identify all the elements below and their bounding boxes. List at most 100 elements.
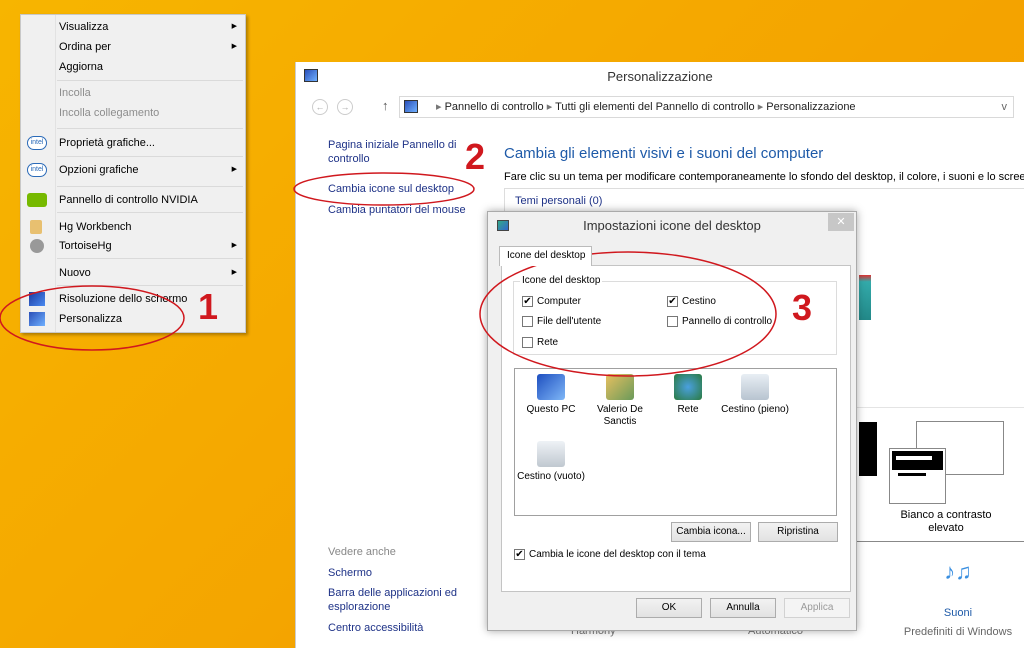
menu-item-label: TortoiseHg (59, 240, 112, 252)
ok-button[interactable]: OK (636, 598, 702, 618)
forward-button[interactable]: → (337, 99, 353, 115)
annotation-step-3: 3 (792, 287, 813, 328)
page-heading: Cambia gli elementi visivi e i suoni del… (504, 145, 824, 162)
sounds-sub: Predefiniti di Windows (903, 626, 1013, 638)
address-bar: ← → ↑ ▸ Pannello di controllo ▸ Tutti gl… (296, 94, 1024, 120)
menu-item-nuovo[interactable]: Nuovo ▶ (21, 263, 245, 283)
checkbox-computer[interactable]: ✔ Computer (522, 296, 581, 308)
menu-item-incolla-collegamento[interactable]: Incolla collegamento (21, 103, 245, 123)
window-title-text: Personalizzazione (607, 69, 713, 84)
breadcrumb[interactable]: ▸ Pannello di controllo ▸ Tutti gli elem… (399, 96, 1014, 118)
menu-item-ordina-per[interactable]: Ordina per ▶ (21, 37, 245, 57)
icon-list[interactable]: Questo PC Valerio De Sanctis Rete Cestino (… (514, 368, 837, 516)
checkbox-box[interactable] (522, 316, 533, 327)
close-button[interactable]: ✕ (828, 213, 854, 231)
up-button[interactable]: ↑ (382, 98, 389, 113)
this-pc-icon (537, 374, 565, 400)
tab-desktop-icons[interactable]: Icone del desktop (499, 246, 592, 266)
submenu-arrow-icon: ▶ (231, 242, 237, 249)
menu-item-incolla[interactable]: Incolla (21, 83, 245, 103)
menu-item-visualizza[interactable]: Visualizza ▶ (21, 17, 245, 37)
icon-item-label: Questo PC (526, 404, 576, 415)
menu-item-label: Hg Workbench (59, 221, 132, 233)
cancel-button[interactable]: Annulla (710, 598, 776, 618)
icon-item-label: Rete (677, 404, 699, 415)
menu-item-label: Risoluzione dello schermo (59, 293, 188, 305)
desktop-icons-group: Icone del desktop ✔ Computer ✔ Cestino File … (513, 275, 837, 355)
checkbox-box[interactable]: ✔ (667, 296, 678, 307)
change-icon-button[interactable]: Cambia icona... (671, 522, 751, 542)
checkbox-cestino[interactable]: ✔ Cestino (667, 296, 716, 308)
annotation-step-2: 2 (465, 136, 486, 177)
intel-icon: intel (27, 136, 47, 150)
menu-item-propriet-grafiche[interactable]: intel Proprietà grafiche... (21, 133, 245, 153)
submenu-arrow-icon: ▶ (231, 166, 237, 173)
menu-item-tortoisehg[interactable]: TortoiseHg ▶ (21, 236, 245, 256)
icon-item[interactable]: Cestino (pieno) (720, 374, 790, 416)
menu-item-label: Incolla collegamento (59, 107, 160, 119)
menu-separator (57, 212, 243, 213)
breadcrumb-separator-icon: ▸ (543, 101, 556, 113)
menu-item-hg-workbench[interactable]: Hg Workbench (21, 217, 245, 237)
sidebar-change-mouse-pointers[interactable]: Cambia puntatori del mouse (328, 203, 466, 217)
menu-item-aggiorna[interactable]: Aggiorna (21, 57, 245, 77)
menu-item-label: Incolla (59, 87, 91, 99)
high-contrast-black-thumbnail[interactable] (859, 422, 877, 476)
checkbox-label: Computer (537, 296, 581, 307)
submenu-arrow-icon: ▶ (231, 269, 237, 276)
breadcrumb-separator-icon: ▸ (436, 101, 445, 113)
checkbox-label: File dell'utente (537, 316, 602, 327)
menu-separator (57, 80, 243, 81)
checkbox-file-dell-utente[interactable]: File dell'utente (522, 316, 601, 328)
sidebar-change-desktop-icons[interactable]: Cambia icone sul desktop (328, 182, 454, 196)
checkbox-label: Pannello di controllo (682, 316, 773, 327)
checkbox-box[interactable] (667, 316, 678, 327)
tortoisehg-icon (30, 239, 44, 253)
breadcrumb-item[interactable]: Personalizzazione (766, 101, 855, 113)
icon-item[interactable]: Questo PC (516, 374, 586, 416)
theme-checkbox[interactable]: ✔ Cambia le icone del desktop con il tema (514, 549, 706, 561)
breadcrumb-item[interactable]: Pannello di controllo (445, 101, 544, 113)
my-themes-group: Temi personali (0) (504, 188, 1024, 212)
sounds-link[interactable]: Suoni (908, 607, 1008, 619)
control-panel-icon (404, 100, 418, 113)
address-dropdown[interactable]: v (1002, 97, 1008, 117)
menu-item-opzioni-grafiche[interactable]: intel Opzioni grafiche ▶ (21, 160, 245, 180)
submenu-arrow-icon: ▶ (231, 23, 237, 30)
checkbox-pannello-di-controllo[interactable]: Pannello di controllo (667, 316, 772, 328)
menu-separator (57, 156, 243, 157)
apply-button[interactable]: Applica (784, 598, 850, 618)
breadcrumb-item[interactable]: Tutti gli elementi del Pannello di contr… (555, 101, 755, 113)
high-contrast-white-label[interactable]: Bianco a contrasto elevato (886, 509, 1006, 535)
menu-item-label: Personalizza (59, 313, 122, 325)
group-label: Icone del desktop (520, 275, 603, 286)
theme-thumbnail[interactable] (859, 275, 871, 320)
submenu-arrow-icon: ▶ (231, 43, 237, 50)
see-also-taskbar[interactable]: Barra delle applicazioni ed esplorazione (328, 586, 468, 614)
menu-item-label: Nuovo (59, 267, 91, 279)
restore-button[interactable]: Ripristina (758, 522, 838, 542)
see-also-accessibility[interactable]: Centro accessibilità (328, 621, 423, 635)
high-contrast-window-preview (889, 448, 946, 504)
icon-item-label: Cestino (vuoto) (517, 471, 585, 482)
icon-item[interactable]: Rete (653, 374, 723, 416)
window-title: Personalizzazione (296, 62, 1024, 92)
my-themes-label: Temi personali (0) (515, 195, 603, 207)
checkbox-box[interactable]: ✔ (522, 296, 533, 307)
menu-item-label: Opzioni grafiche (59, 164, 139, 176)
sidebar-control-panel-home[interactable]: Pagina iniziale Pannello di controllo (328, 138, 468, 166)
checkbox-rete[interactable]: Rete (522, 337, 558, 349)
icon-item[interactable]: Cestino (vuoto) (516, 441, 586, 483)
back-button[interactable]: ← (312, 99, 328, 115)
menu-item-pannello-di-controllo-nvidia[interactable]: Pannello di controllo NVIDIA (21, 190, 245, 210)
checkbox-box[interactable] (522, 337, 533, 348)
checkbox-box[interactable]: ✔ (514, 549, 525, 560)
see-also-title: Vedere anche (328, 546, 396, 558)
personalize-icon (29, 312, 45, 326)
icon-item[interactable]: Valerio De Sanctis (585, 374, 655, 428)
personalize-icon (304, 69, 318, 82)
user-files-icon (606, 374, 634, 400)
sounds-icon[interactable]: ♪♫ (936, 559, 980, 595)
see-also-display[interactable]: Schermo (328, 566, 372, 580)
checkbox-label: Rete (537, 337, 559, 348)
